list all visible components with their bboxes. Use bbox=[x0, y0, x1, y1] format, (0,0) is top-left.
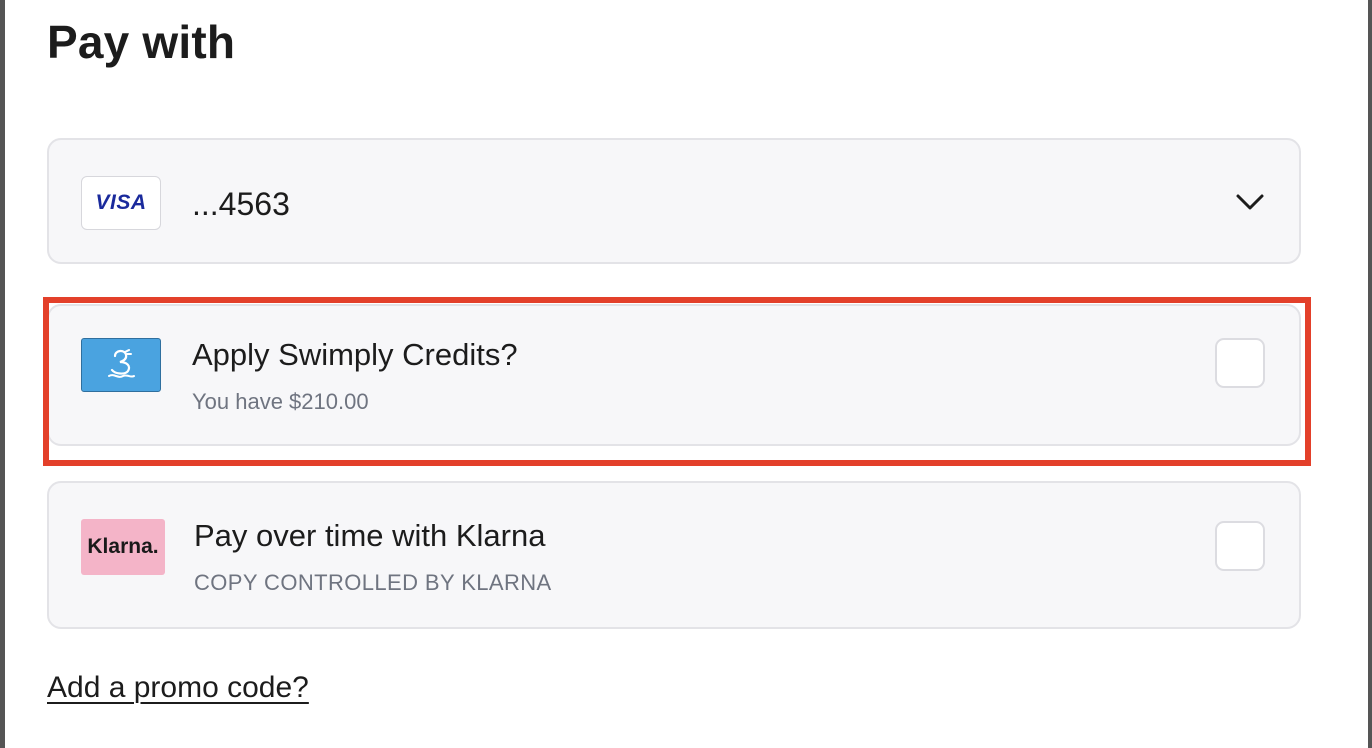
swimply-logo-icon bbox=[81, 338, 161, 392]
klarna-disclaimer: COPY CONTROLLED BY KLARNA bbox=[194, 570, 552, 595]
klarna-option[interactable]: Klarna. Pay over time with Klarna COPY C… bbox=[47, 481, 1301, 629]
swimply-credits-option[interactable]: Apply Swimply Credits? You have $210.00 bbox=[47, 304, 1301, 446]
visa-logo: VISA bbox=[81, 176, 161, 230]
credits-title: Apply Swimply Credits? bbox=[192, 337, 518, 372]
card-number: ...4563 bbox=[192, 186, 290, 222]
chevron-down-icon[interactable] bbox=[1233, 190, 1267, 214]
window-frame-left bbox=[0, 0, 5, 748]
klarna-logo: Klarna. bbox=[81, 519, 165, 575]
klarna-title: Pay over time with Klarna bbox=[194, 518, 546, 553]
add-promo-code-link[interactable]: Add a promo code? bbox=[47, 668, 309, 708]
window-frame-right bbox=[1368, 0, 1372, 748]
klarna-checkbox[interactable] bbox=[1215, 521, 1265, 571]
credits-checkbox[interactable] bbox=[1215, 338, 1265, 388]
payment-method-selector[interactable]: VISA ...4563 bbox=[47, 138, 1301, 264]
page-title: Pay with bbox=[47, 16, 236, 68]
credits-balance: You have $210.00 bbox=[192, 389, 369, 414]
